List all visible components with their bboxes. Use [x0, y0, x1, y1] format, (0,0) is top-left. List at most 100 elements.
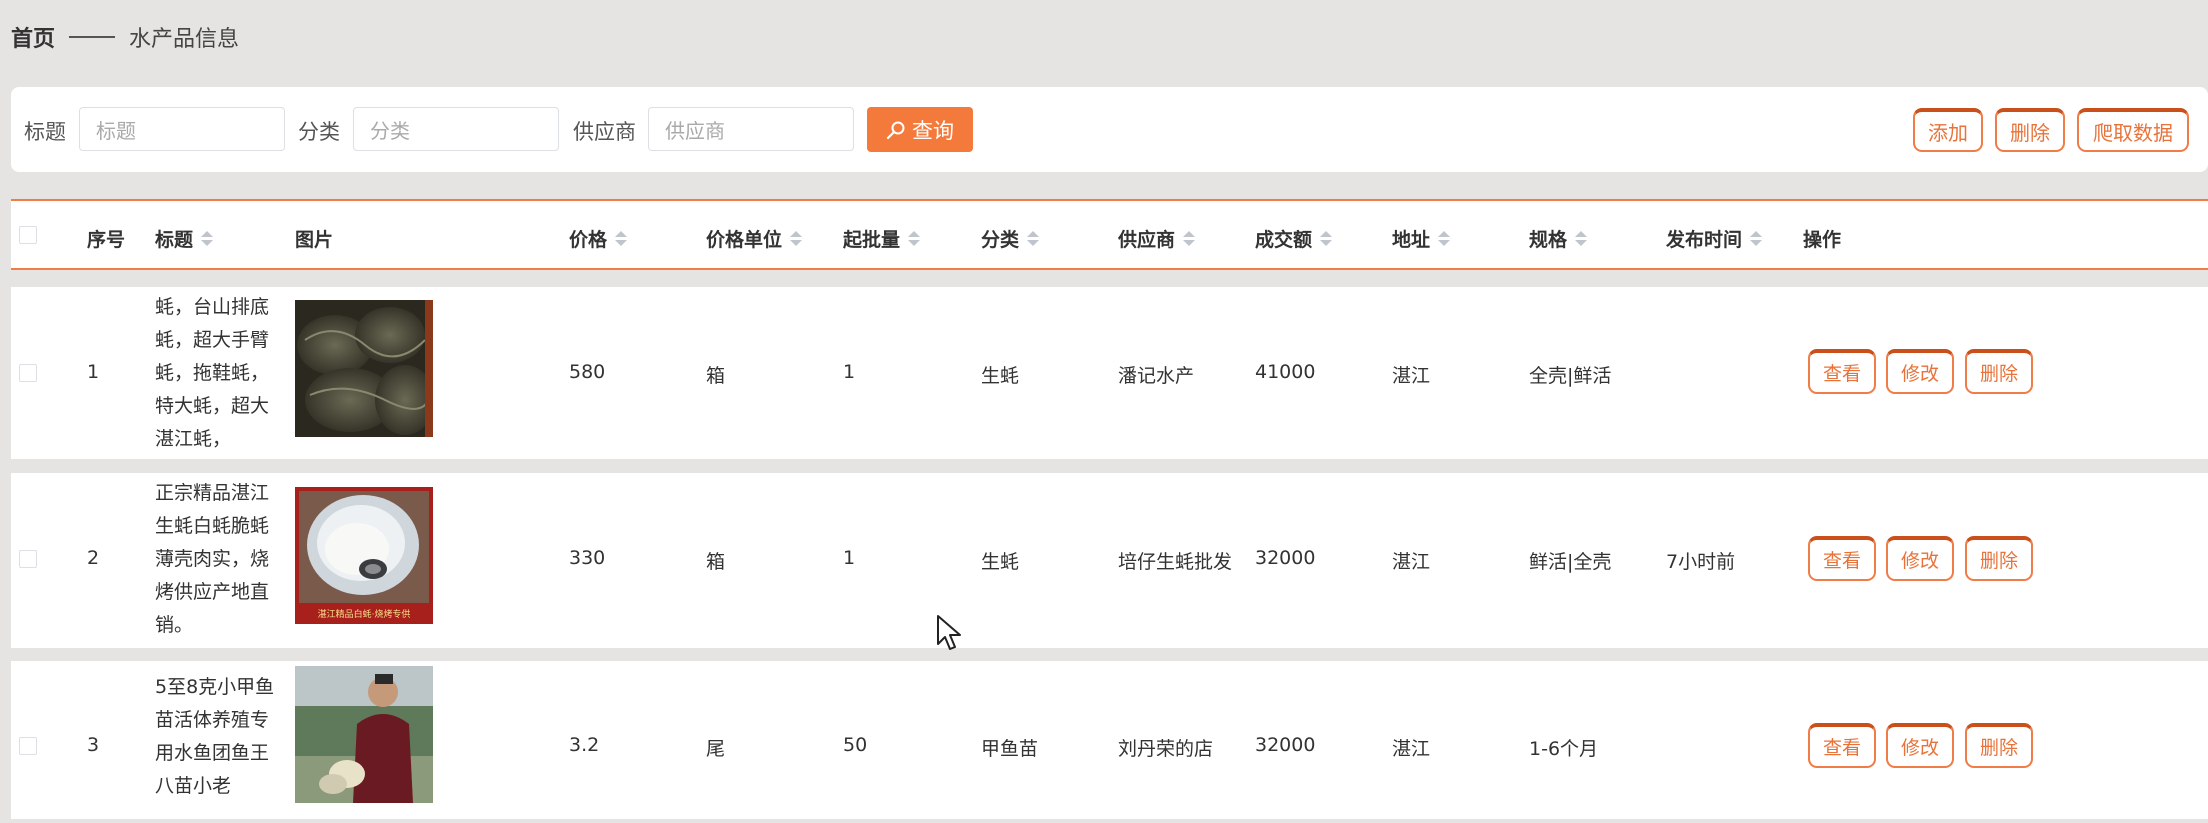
sort-icon[interactable]: [1575, 231, 1588, 246]
header-supplier-label: 供应商: [1118, 229, 1176, 251]
breadcrumb-home[interactable]: 首页: [11, 21, 55, 53]
supplier-filter-input[interactable]: 供应商: [648, 107, 854, 151]
row-address: 湛江: [1392, 738, 1431, 760]
title-filter-label: 标题: [24, 120, 66, 144]
header-category[interactable]: 分类: [981, 225, 1040, 252]
edit-button[interactable]: 修改: [1886, 536, 1954, 581]
add-button[interactable]: 添加: [1913, 108, 1983, 152]
bulk-delete-button[interactable]: 删除: [1995, 108, 2065, 152]
sort-icon[interactable]: [1027, 231, 1040, 246]
row-address: 湛江: [1392, 551, 1431, 573]
table-header: 序号 标题 图片 价格 价格单位 起批量 分类 供应商 成交额 地址 规格 发布…: [11, 199, 2208, 270]
title-line: 销。: [155, 614, 194, 636]
header-address[interactable]: 地址: [1392, 225, 1451, 252]
title-line: 5至8克小甲鱼: [155, 676, 275, 698]
select-all-checkbox[interactable]: [19, 226, 37, 244]
header-spec[interactable]: 规格: [1529, 225, 1588, 252]
supplier-filter-label: 供应商: [573, 120, 636, 144]
header-price-label: 价格: [569, 229, 608, 251]
header-image: 图片: [295, 225, 333, 252]
image-caption: 湛江精品白蚝·烧烤专供: [317, 610, 411, 620]
edit-button[interactable]: 修改: [1886, 723, 1954, 768]
title-line: 蚝，拖鞋蚝，: [155, 362, 270, 384]
title-line: 蚝，超大手臂: [155, 329, 270, 351]
row-category: 甲鱼苗: [981, 738, 1039, 760]
sort-icon[interactable]: [1320, 231, 1333, 246]
header-price[interactable]: 价格: [569, 225, 628, 252]
title-line: 烤供应产地直: [155, 581, 270, 603]
title-line: 八苗小老: [155, 775, 232, 797]
title-line: 湛江蚝，: [155, 428, 232, 450]
row-category: 生蚝: [981, 551, 1020, 573]
row-spec: 全壳|鲜活: [1529, 365, 1612, 387]
row-turnover: 32000: [1255, 547, 1316, 569]
row-supplier: 培仔生蚝批发: [1118, 551, 1233, 573]
table-row: 2 正宗精品湛江 生蚝白蚝脆蚝 薄壳肉实，烧 烤供应产地直 销。 湛江精品白蚝·…: [11, 473, 2208, 648]
header-min-qty-label: 起批量: [843, 229, 901, 251]
crawl-data-button[interactable]: 爬取数据: [2077, 108, 2189, 152]
query-button[interactable]: 查询: [867, 107, 973, 152]
header-min-qty[interactable]: 起批量: [843, 225, 921, 252]
sort-icon[interactable]: [615, 231, 628, 246]
row-checkbox[interactable]: [19, 364, 37, 382]
delete-button[interactable]: 删除: [1965, 536, 2033, 581]
header-actions-label: 操作: [1803, 229, 1842, 251]
product-image-turtle-farmer[interactable]: [295, 666, 433, 803]
header-title[interactable]: 标题: [155, 225, 214, 252]
delete-button[interactable]: 删除: [1965, 723, 2033, 768]
header-supplier[interactable]: 供应商: [1118, 225, 1196, 252]
row-unit: 箱: [706, 551, 726, 573]
header-spec-label: 规格: [1529, 229, 1568, 251]
search-panel: 标题 标题 分类 分类 供应商 供应商 查询 添加 删除 爬取数据: [11, 87, 2208, 172]
query-button-label: 查询: [912, 118, 954, 143]
sort-icon[interactable]: [908, 231, 921, 246]
title-line: 薄壳肉实，烧: [155, 548, 270, 570]
category-filter-placeholder: 分类: [370, 118, 410, 143]
view-button[interactable]: 查看: [1808, 536, 1876, 581]
row-checkbox[interactable]: [19, 550, 37, 568]
row-index: 1: [87, 361, 100, 383]
delete-button[interactable]: 删除: [1965, 349, 2033, 394]
row-price: 580: [569, 361, 606, 383]
product-image-oysters[interactable]: [295, 300, 433, 437]
breadcrumb-current: 水产品信息: [129, 27, 240, 52]
header-turnover[interactable]: 成交额: [1255, 225, 1333, 252]
title-line: 苗活体养殖专: [155, 709, 270, 731]
category-filter-input[interactable]: 分类: [353, 107, 559, 151]
table-row: 3 5至8克小甲鱼 苗活体养殖专 用水鱼团鱼王 八苗小老 3.2 尾 50 甲鱼…: [11, 661, 2208, 819]
row-min-qty: 1: [843, 361, 856, 383]
header-title-label: 标题: [155, 229, 194, 251]
sort-icon[interactable]: [1183, 231, 1196, 246]
row-checkbox[interactable]: [19, 737, 37, 755]
title-line: 生蚝白蚝脆蚝: [155, 515, 270, 537]
title-line: 特大蚝，超大: [155, 395, 270, 417]
product-image-white-oyster[interactable]: 湛江精品白蚝·烧烤专供: [295, 487, 433, 624]
row-supplier: 潘记水产: [1118, 365, 1195, 387]
view-button[interactable]: 查看: [1808, 349, 1876, 394]
header-index-label: 序号: [87, 229, 126, 251]
row-title: 正宗精品湛江 生蚝白蚝脆蚝 薄壳肉实，烧 烤供应产地直 销。: [155, 477, 283, 642]
title-line: 蚝，台山排底: [155, 296, 270, 318]
row-min-qty: 50: [843, 734, 868, 756]
row-spec: 鲜活|全壳: [1529, 551, 1612, 573]
row-address: 湛江: [1392, 365, 1431, 387]
view-button[interactable]: 查看: [1808, 723, 1876, 768]
supplier-filter-placeholder: 供应商: [665, 118, 725, 143]
sort-icon[interactable]: [790, 231, 803, 246]
row-turnover: 41000: [1255, 361, 1316, 383]
row-category: 生蚝: [981, 365, 1020, 387]
edit-button[interactable]: 修改: [1886, 349, 1954, 394]
header-actions: 操作: [1803, 225, 1841, 252]
mouse-cursor-icon: [937, 615, 961, 650]
title-filter-input[interactable]: 标题: [79, 107, 285, 151]
row-spec: 1-6个月: [1529, 738, 1599, 760]
header-price-unit[interactable]: 价格单位: [706, 225, 803, 252]
row-supplier: 刘丹荣的店: [1118, 738, 1214, 760]
row-title: 蚝，台山排底 蚝，超大手臂 蚝，拖鞋蚝， 特大蚝，超大 湛江蚝，: [155, 291, 283, 456]
sort-icon[interactable]: [1438, 231, 1451, 246]
row-index: 2: [87, 547, 100, 569]
sort-icon[interactable]: [201, 231, 214, 246]
title-filter-placeholder: 标题: [96, 118, 136, 143]
sort-icon[interactable]: [1750, 231, 1763, 246]
header-publish-time[interactable]: 发布时间: [1666, 225, 1763, 252]
